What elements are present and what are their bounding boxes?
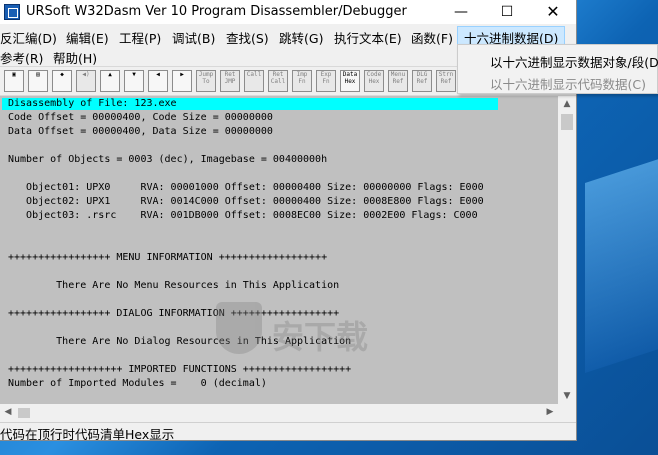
speaker-icon[interactable]: ◀) [76,70,96,92]
scroll-down-icon[interactable]: ▼ [558,388,576,404]
menu-functions[interactable]: 函数(F) [411,28,453,47]
listing-line[interactable]: Object02: UPX1 RVA: 0014C000 Offset: 000… [8,196,484,207]
watermark-text: 安下载 [272,318,369,356]
listing-line[interactable]: There Are No Menu Resources in This Appl… [8,280,339,291]
data-hex-button[interactable]: Data Hex [340,70,360,92]
title-bar[interactable]: URSoft W32Dasm Ver 10 Program Disassembl… [0,0,576,24]
maximize-button[interactable]: ☐ [484,0,530,24]
listing-line[interactable]: Code Offset = 00000400, Code Size = 0000… [8,112,273,123]
dropdown-item-hex-code-data[interactable]: 以十六进制显示代码数据(C) [490,74,646,93]
watermark-logo: 安下载 [216,302,446,362]
minimize-button[interactable]: — [438,0,484,24]
listing-line[interactable]: +++++++++++++++++++ IMPORTED FUNCTIONS +… [8,364,351,375]
imports-button[interactable]: Imp Fn [292,70,312,92]
open-file-icon[interactable]: ▣ [4,70,24,92]
window-title: URSoft W32Dasm Ver 10 Program Disassembl… [26,4,407,19]
menu-project[interactable]: 工程(P) [119,28,161,47]
menu-ref-button[interactable]: Menu Ref [388,70,408,92]
menu-execute-text[interactable]: 执行文本(E) [334,28,402,47]
menu-disassembler[interactable]: 反汇编(D) [0,28,57,47]
load-process-icon[interactable]: ▲ [100,70,120,92]
goto-code-start-icon[interactable]: ▶ [172,70,192,92]
menu-bar: 反汇编(D) 编辑(E) 工程(P) 调试(B) 查找(S) 跳转(G) 执行文… [0,26,576,49]
menu-goto[interactable]: 跳转(G) [279,28,323,47]
scroll-up-icon[interactable]: ▲ [558,96,576,112]
listing-line[interactable]: Number of Objects = 0003 (dec), Imagebas… [8,154,327,165]
menu-search[interactable]: 查找(S) [226,28,269,47]
dropdown-item-hex-data-object[interactable]: 以十六进制显示数据对象/段(D) [490,52,658,71]
shield-icon [216,302,262,354]
goto-code-location-icon[interactable]: ◀ [148,70,168,92]
menu-debug[interactable]: 调试(B) [172,28,215,47]
vertical-scrollbar[interactable]: ▲ ▼ [558,96,576,404]
save-file-icon[interactable]: ▤ [28,70,48,92]
jump-to-button[interactable]: Jump To [196,70,216,92]
listing-line[interactable]: Data Offset = 00000400, Data Size = 0000… [8,126,273,137]
scroll-left-icon[interactable]: ◀ [0,404,16,421]
code-hex-button[interactable]: Code Hex [364,70,384,92]
menu-edit[interactable]: 编辑(E) [66,28,109,47]
string-ref-button[interactable]: Strn Ref [436,70,456,92]
status-bar: 代码在顶行时代码清单Hex显示 [0,422,576,441]
disassembly-listing[interactable]: Disassembly of File: 123.exe Code Offset… [0,96,558,404]
call-button[interactable]: Call [244,70,264,92]
listing-line[interactable]: Object01: UPX0 RVA: 00001000 Offset: 000… [8,182,484,193]
dialog-ref-button[interactable]: DLG Ref [412,70,432,92]
menu-help[interactable]: 帮助(H) [53,48,97,67]
listing-line[interactable]: Disassembly of File: 123.exe [8,98,177,109]
app-icon [4,4,20,20]
goto-entry-icon[interactable]: ▼ [124,70,144,92]
horizontal-scroll-thumb[interactable] [18,408,30,418]
menu-refs[interactable]: 参考(R) [0,48,43,67]
listing-line[interactable]: Number of Imported Modules = 0 (decimal) [8,378,267,389]
return-jmp-button[interactable]: Ret JMP [220,70,240,92]
hex-data-dropdown: 以十六进制显示数据对象/段(D) 以十六进制显示代码数据(C) [457,44,658,94]
scroll-right-icon[interactable]: ▶ [542,404,558,421]
desktop-light-band [585,157,658,373]
status-text: 代码在顶行时代码清单Hex显示 [0,427,175,441]
close-button[interactable]: ✕ [530,0,576,24]
return-call-button[interactable]: Ret Call [268,70,288,92]
listing-line[interactable]: Object03: .rsrc RVA: 001DB000 Offset: 00… [8,210,478,221]
listing-line[interactable]: +++++++++++++++++ MENU INFORMATION +++++… [8,252,327,263]
horizontal-scrollbar[interactable]: ◀ ▶ [0,404,558,421]
find-text-icon[interactable]: ◆ [52,70,72,92]
vertical-scroll-thumb[interactable] [561,114,573,130]
exports-button[interactable]: Exp Fn [316,70,336,92]
